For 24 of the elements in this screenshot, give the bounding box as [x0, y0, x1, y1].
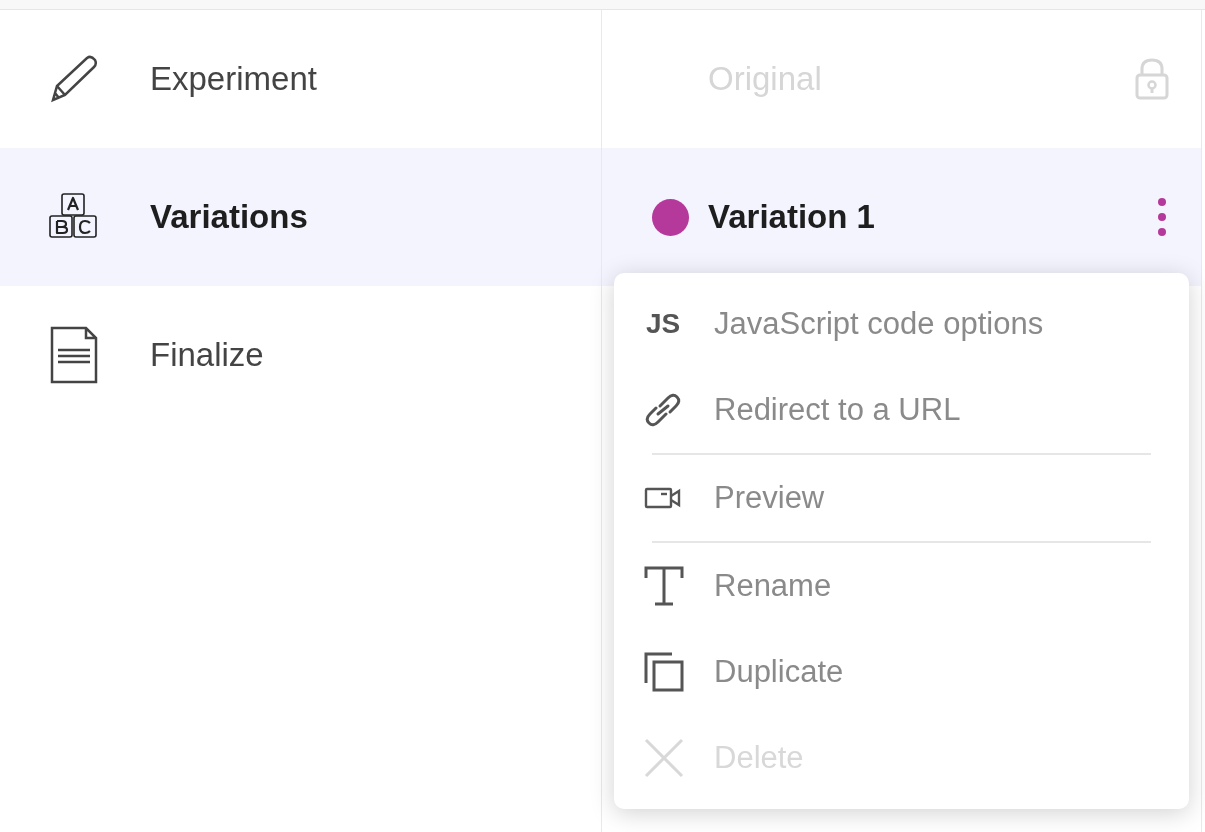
- text-icon: [644, 566, 684, 606]
- menu-item-label: Duplicate: [714, 652, 844, 691]
- step-label: Variations: [150, 197, 308, 238]
- link-icon: [644, 392, 682, 428]
- menu-item-label: Rename: [714, 566, 832, 605]
- variation-name: Variation 1: [708, 197, 876, 238]
- menu-item-label: JavaScript code options: [714, 304, 1044, 343]
- more-vertical-icon: [1157, 198, 1167, 236]
- js-icon: JS: [646, 303, 681, 345]
- variation-item[interactable]: Variation 1: [602, 148, 1201, 286]
- menu-item[interactable]: Redirect to a URL: [614, 367, 1189, 453]
- step-item[interactable]: Variations: [0, 148, 601, 286]
- copy-icon: [644, 652, 684, 692]
- document-icon: [49, 326, 99, 384]
- menu-item[interactable]: Preview: [614, 455, 1189, 541]
- pencil-icon: [49, 54, 99, 104]
- menu-item[interactable]: Duplicate: [614, 629, 1189, 715]
- menu-item-label: Redirect to a URL: [714, 390, 961, 429]
- step-label: Experiment: [150, 59, 317, 100]
- menu-item[interactable]: Rename: [614, 543, 1189, 629]
- close-icon: [644, 738, 684, 778]
- menu-item-label: Preview: [714, 478, 825, 517]
- step-label: Finalize: [150, 335, 264, 376]
- video-camera-icon: [644, 486, 682, 510]
